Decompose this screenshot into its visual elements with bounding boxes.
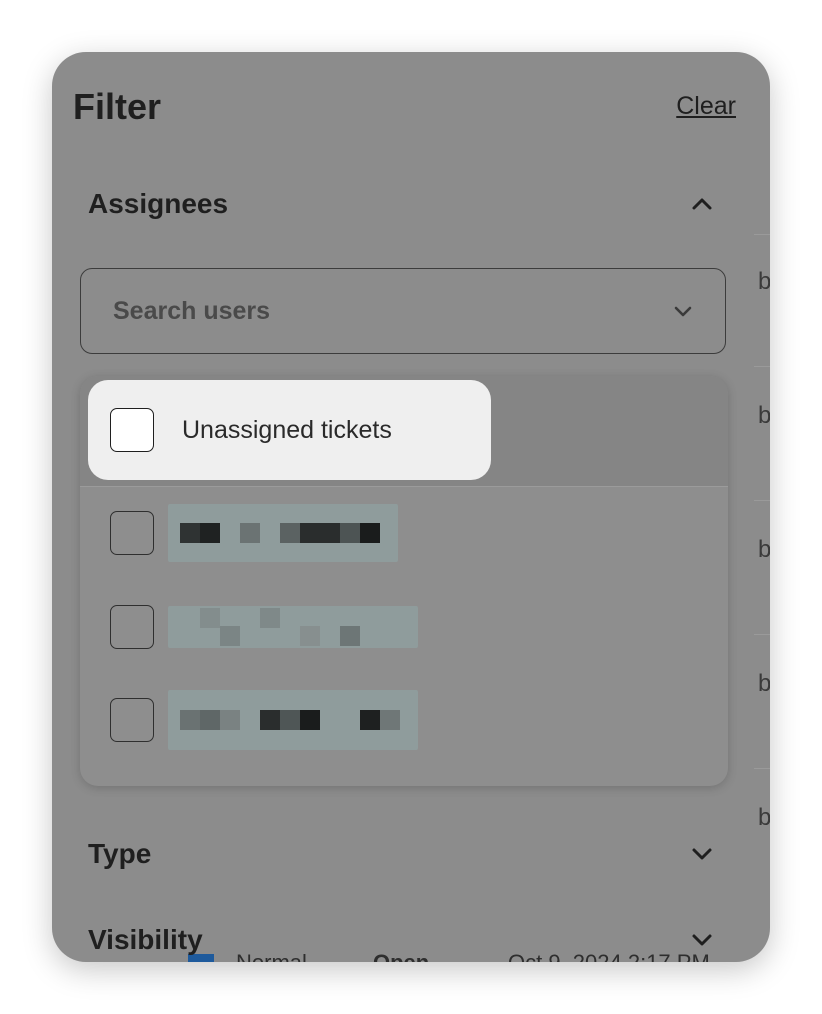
- background-row-text: b: [758, 536, 770, 563]
- user-option[interactable]: [110, 690, 418, 750]
- assignees-section-header[interactable]: Assignees: [88, 184, 714, 224]
- redacted-user-name: [168, 690, 418, 750]
- search-users-input[interactable]: [111, 295, 635, 327]
- background-row-text: b: [758, 804, 770, 831]
- background-divider: [754, 768, 770, 769]
- user-checkbox[interactable]: [110, 698, 154, 742]
- chevron-down-icon: [692, 848, 712, 860]
- search-users-dropdown[interactable]: [80, 268, 726, 354]
- type-section-header[interactable]: Type: [88, 834, 714, 874]
- visibility-section-title: Visibility: [88, 924, 203, 955]
- user-option[interactable]: [110, 604, 418, 650]
- background-divider: [754, 366, 770, 367]
- chevron-down-icon: [692, 934, 712, 946]
- chevron-down-icon[interactable]: [671, 299, 695, 323]
- background-divider: [754, 634, 770, 635]
- clear-filters-link[interactable]: Clear: [676, 92, 736, 121]
- background-row-text: b: [758, 402, 770, 429]
- unassigned-tickets-option[interactable]: Unassigned tickets: [88, 380, 491, 480]
- visibility-section-header[interactable]: Visibility: [88, 920, 714, 960]
- user-checkbox[interactable]: [110, 511, 154, 555]
- redacted-user-name: [168, 504, 398, 562]
- assignees-section-title: Assignees: [88, 188, 229, 219]
- unassigned-tickets-checkbox[interactable]: [110, 408, 154, 452]
- background-row-text: b: [758, 268, 770, 295]
- type-section-title: Type: [88, 838, 152, 869]
- background-divider: [754, 500, 770, 501]
- background-row-text: b: [758, 670, 770, 697]
- chevron-up-icon: [692, 198, 712, 210]
- redacted-user-name: [168, 606, 418, 648]
- user-checkbox[interactable]: [110, 605, 154, 649]
- user-option[interactable]: [110, 504, 398, 562]
- filter-panel: b b b b b Normal Open Oct 9, 2024 2:17 P…: [52, 52, 770, 962]
- background-divider: [754, 234, 770, 235]
- unassigned-tickets-label: Unassigned tickets: [182, 415, 392, 444]
- filter-title: Filter: [73, 86, 162, 127]
